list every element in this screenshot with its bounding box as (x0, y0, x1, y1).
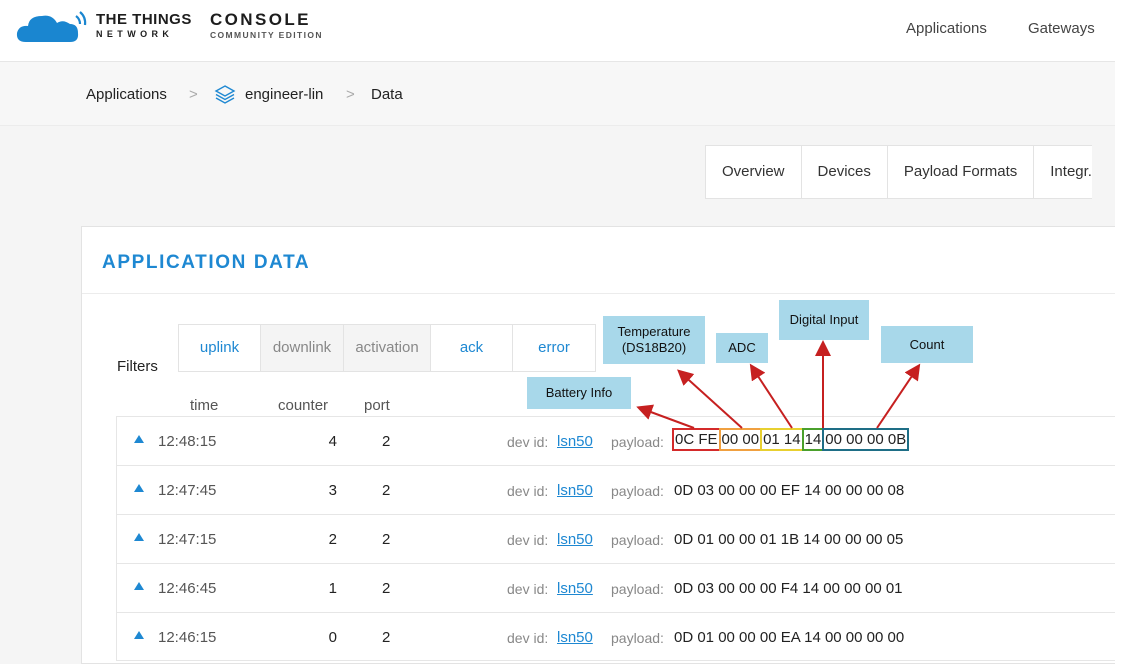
row-payload: 0D 03 00 00 00 F4 14 00 00 00 01 (674, 580, 903, 597)
nav-gateways[interactable]: Gateways (1028, 20, 1095, 37)
column-header-port: port (364, 397, 390, 414)
row-port: 2 (382, 433, 391, 450)
payload-segment-battery: 0C FE (672, 428, 721, 451)
table-row[interactable]: 12:46:45 1 2 dev id: lsn50 payload: 0D 0… (116, 563, 1115, 612)
column-header-counter: counter (278, 397, 329, 414)
filters-label: Filters (117, 358, 158, 375)
annotation-battery-info: Battery Info (527, 377, 631, 409)
dev-id-label: dev id: (507, 581, 549, 597)
row-time: 12:47:15 (158, 531, 217, 548)
payload-label: payload: (611, 581, 664, 597)
row-counter: 1 (328, 580, 337, 597)
dev-id-label: dev id: (507, 532, 549, 548)
breadcrumb: Applications > engineer-lin > Data (0, 62, 1115, 126)
payload-label: payload: (611, 630, 664, 646)
brand-line1: THE THINGS (96, 11, 192, 28)
row-counter: 0 (328, 629, 337, 646)
uplink-arrow-icon (134, 631, 144, 639)
dev-id-link[interactable]: lsn50 (557, 433, 593, 450)
nav-applications[interactable]: Applications (906, 20, 987, 37)
row-counter: 4 (328, 433, 337, 450)
payload-label: payload: (611, 532, 664, 548)
layers-icon (214, 85, 236, 104)
row-port: 2 (382, 482, 391, 499)
row-port: 2 (382, 580, 391, 597)
payload-segment-temperature: 00 00 (718, 428, 763, 451)
row-port: 2 (382, 629, 391, 646)
row-counter: 2 (328, 531, 337, 548)
filter-button-group: uplink downlink activation ack error (178, 324, 596, 372)
row-counter: 3 (328, 482, 337, 499)
row-time: 12:46:45 (158, 580, 217, 597)
card-title: APPLICATION DATA (102, 252, 311, 273)
card-header: APPLICATION DATA (82, 227, 1115, 294)
row-port: 2 (382, 531, 391, 548)
application-tabs: Overview Devices Payload Formats Integr. (705, 145, 1093, 199)
tab-integrations[interactable]: Integr. (1034, 146, 1092, 198)
filter-downlink[interactable]: downlink (261, 325, 344, 371)
window-edge (1115, 0, 1123, 664)
console-edition: COMMUNITY EDITION (210, 30, 323, 40)
row-time: 12:48:15 (158, 433, 217, 450)
breadcrumb-separator: > (346, 86, 355, 103)
dev-id-label: dev id: (507, 483, 549, 499)
breadcrumb-applications[interactable]: Applications (86, 86, 167, 103)
uplink-arrow-icon (134, 533, 144, 541)
tab-payload-formats[interactable]: Payload Formats (888, 146, 1035, 198)
table-row[interactable]: 12:47:15 2 2 dev id: lsn50 payload: 0D 0… (116, 514, 1115, 563)
payload-segment-adc: 01 14 (760, 428, 804, 451)
dev-id-label: dev id: (507, 630, 549, 646)
uplink-arrow-icon (134, 484, 144, 492)
row-time: 12:46:15 (158, 629, 217, 646)
filter-ack[interactable]: ack (431, 325, 513, 371)
annotation-count: Count (881, 326, 973, 363)
breadcrumb-separator: > (189, 86, 198, 103)
dev-id-link[interactable]: lsn50 (557, 482, 593, 499)
payload-label: payload: (611, 483, 664, 499)
annotation-adc: ADC (716, 333, 768, 363)
annotation-temperature: Temperature (DS18B20) (603, 316, 705, 364)
row-payload: 0D 03 00 00 00 EF 14 00 00 00 08 (674, 482, 905, 499)
filter-uplink[interactable]: uplink (179, 325, 261, 371)
table-row[interactable]: 12:47:45 3 2 dev id: lsn50 payload: 0D 0… (116, 465, 1115, 514)
breadcrumb-application[interactable]: engineer-lin (245, 86, 323, 103)
highlighted-payload: 0C FE 00 00 01 14 14 00 00 00 0B (672, 428, 910, 451)
payload-segment-count: 00 00 00 0B (822, 428, 910, 451)
console-wordmark: CONSOLE COMMUNITY EDITION (210, 11, 323, 41)
filter-error[interactable]: error (513, 325, 595, 371)
payload-segment-digital-input: 14 (801, 428, 825, 451)
tab-devices[interactable]: Devices (802, 146, 888, 198)
dev-id-link[interactable]: lsn50 (557, 580, 593, 597)
dev-id-label: dev id: (507, 434, 549, 450)
top-header: THE THINGS NETWORK CONSOLE COMMUNITY EDI… (0, 0, 1115, 62)
column-header-time: time (190, 397, 219, 414)
ttn-cloud-logo-icon[interactable] (16, 10, 92, 44)
tab-overview[interactable]: Overview (706, 146, 802, 198)
brand-line2: NETWORK (96, 29, 174, 39)
row-time: 12:47:45 (158, 482, 217, 499)
table-row[interactable]: 12:48:15 4 2 dev id: lsn50 payload: (116, 416, 1115, 465)
filter-activation[interactable]: activation (344, 325, 431, 371)
brand-wordmark: THE THINGS NETWORK (96, 12, 192, 40)
table-row[interactable]: 12:46:15 0 2 dev id: lsn50 payload: 0D 0… (116, 612, 1115, 661)
dev-id-link[interactable]: lsn50 (557, 629, 593, 646)
uplink-arrow-icon (134, 582, 144, 590)
row-payload: 0D 01 00 00 01 1B 14 00 00 00 05 (674, 531, 904, 548)
dev-id-link[interactable]: lsn50 (557, 531, 593, 548)
payload-label: payload: (611, 434, 664, 450)
row-payload: 0D 01 00 00 00 EA 14 00 00 00 00 (674, 629, 905, 646)
annotation-digital-input: Digital Input (779, 300, 869, 340)
data-table: 12:48:15 4 2 dev id: lsn50 payload: 12:4… (116, 416, 1115, 661)
uplink-arrow-icon (134, 435, 144, 443)
console-title: CONSOLE (210, 10, 311, 29)
breadcrumb-current: Data (371, 86, 403, 103)
